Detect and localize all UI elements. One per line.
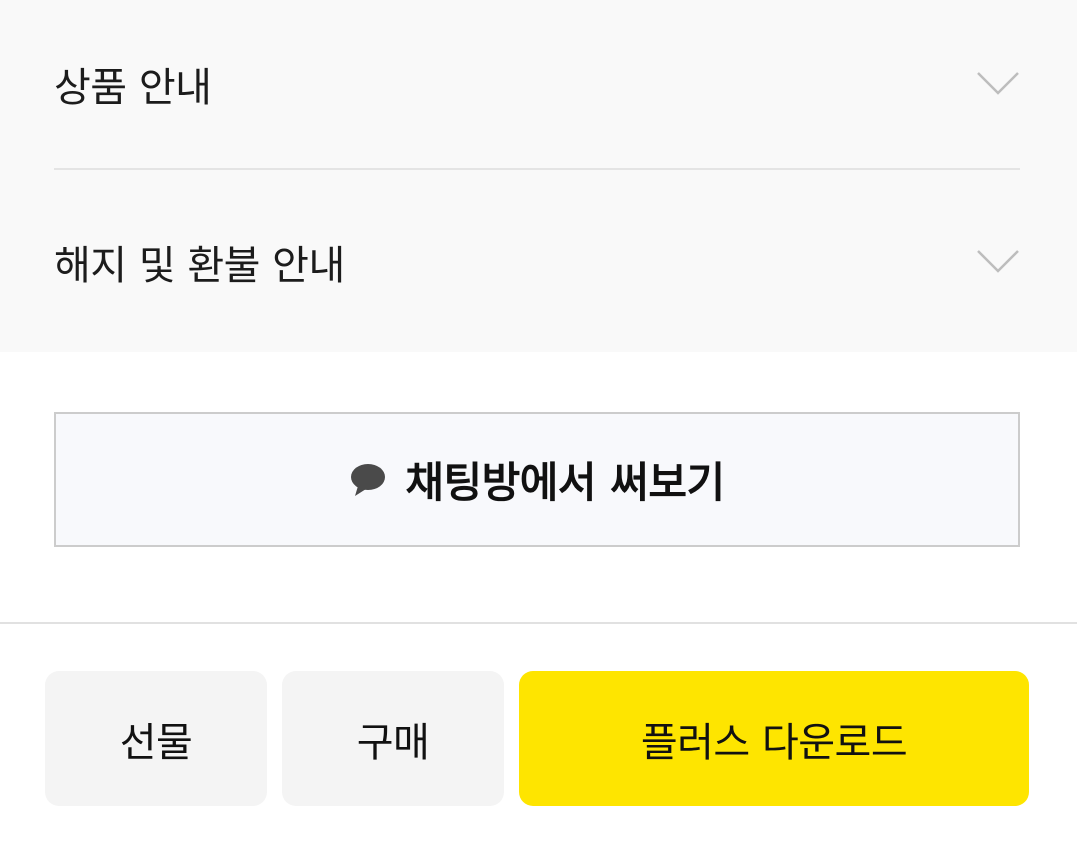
accordion-item-label: 해지 및 환불 안내 [54, 243, 345, 289]
accordion-item-label: 상품 안내 [54, 65, 212, 111]
accordion-item-product-info[interactable]: 상품 안내 [54, 0, 1020, 170]
try-in-chat-button[interactable]: 채팅방에서 써보기 [54, 412, 1020, 547]
accordion-item-refund-info[interactable]: 해지 및 환불 안내 [54, 172, 1020, 352]
info-accordion: 상품 안내 해지 및 환불 안내 [0, 0, 1077, 352]
speech-bubble-icon [351, 463, 386, 496]
plus-download-button[interactable]: 플러스 다운로드 [519, 671, 1029, 806]
buy-button[interactable]: 구매 [282, 671, 504, 806]
gift-button[interactable]: 선물 [45, 671, 267, 806]
bottom-bar-divider [0, 622, 1077, 624]
try-in-chat-label: 채팅방에서 써보기 [405, 458, 725, 507]
chevron-down-icon [977, 72, 1019, 95]
chevron-down-icon [977, 250, 1019, 273]
